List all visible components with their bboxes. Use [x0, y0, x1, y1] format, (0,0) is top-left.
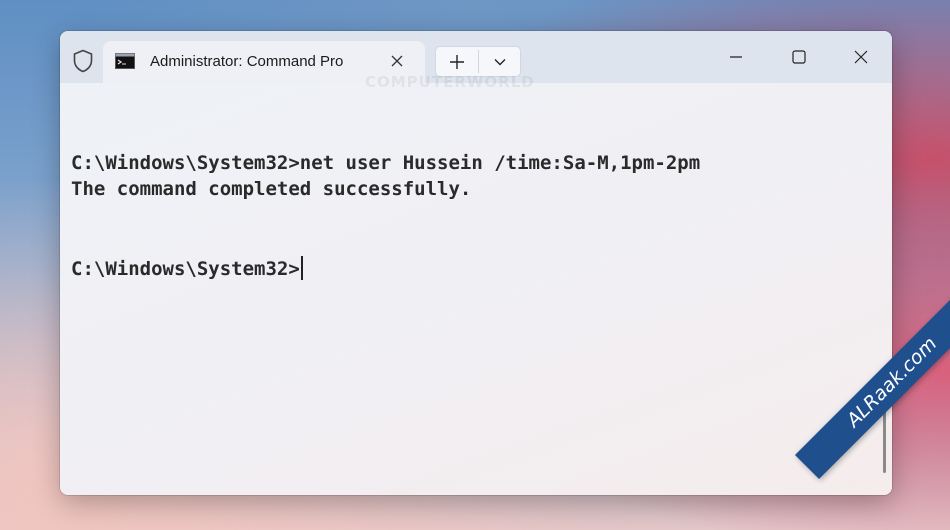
close-window-button[interactable]: [839, 39, 883, 75]
close-icon: [391, 55, 403, 67]
chevron-down-icon: [494, 58, 505, 65]
terminal-prompt-line: C:\Windows\System32>: [71, 256, 303, 280]
terminal-line-2: The command completed successfully.: [71, 178, 472, 200]
text-cursor: [300, 256, 303, 280]
terminal-output[interactable]: COMPUTERWORLD C:\Windows\System32>net us…: [60, 73, 892, 495]
new-tab-button[interactable]: [436, 47, 478, 76]
tab-close-button[interactable]: [386, 50, 408, 72]
terminal-window: Administrator: Command Pro COMPUTERWORLD…: [60, 31, 892, 495]
plus-icon: [450, 54, 464, 69]
minimize-button[interactable]: [714, 39, 758, 75]
shield-icon: [72, 49, 94, 73]
terminal-line-1: C:\Windows\System32>net user Hussein /ti…: [71, 152, 701, 174]
maximize-button[interactable]: [777, 39, 821, 75]
close-icon: [854, 50, 868, 64]
maximize-icon: [792, 50, 806, 64]
watermark-text: COMPUTERWORLD: [365, 73, 535, 91]
prompt-text: C:\Windows\System32>: [71, 258, 300, 280]
command-prompt-icon: [115, 53, 135, 69]
profile-dropdown-button[interactable]: [479, 47, 520, 76]
minimize-icon: [730, 56, 742, 58]
tab-title: Administrator: Command Pro: [150, 53, 344, 70]
